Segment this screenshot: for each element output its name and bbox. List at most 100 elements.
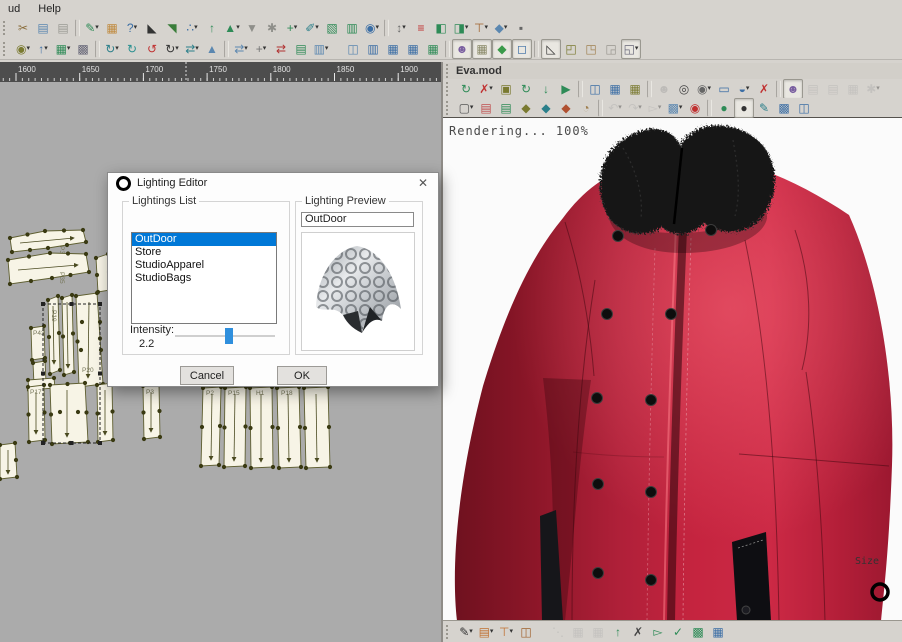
page-red-icon[interactable]: ▤▾ [476,98,496,118]
pin-icon[interactable]: ◉▾ [13,39,33,59]
selection-handle[interactable] [70,441,74,445]
selection-handle[interactable] [41,441,45,445]
gears-icon[interactable]: ✱▾ [262,18,282,38]
brush-icon[interactable]: ✎▾ [754,98,774,118]
pattern-piece[interactable]: P43 [29,324,47,362]
flip-page-icon[interactable]: ⇄▾ [231,39,251,59]
ruler-tool-icon[interactable]: ◺▾ [541,39,561,59]
selection-handle[interactable] [98,372,102,376]
nodes-icon[interactable]: ⋱▾ [548,622,568,642]
page-pencil-icon[interactable]: ▤▾ [476,622,496,642]
pages-disabled-icon[interactable]: ▤▾ [803,79,823,99]
sheet-green-icon[interactable]: ▤▾ [291,39,311,59]
sphere-green-icon[interactable]: ●▾ [714,98,734,118]
length-icon[interactable]: ≡▾ [411,18,431,38]
clock-icon[interactable]: ◔▾ [576,98,596,118]
listbox-item[interactable]: StudioBags [132,272,276,285]
select-zone-icon[interactable]: ▢▾ [456,98,476,118]
menu-item[interactable]: ud [6,2,22,16]
pieces-1-icon[interactable]: ◰▾ [561,39,581,59]
image-icon[interactable]: ▩▾ [774,98,794,118]
listbox-item[interactable]: StudioApparel [132,259,276,272]
flag-icon[interactable]: ◥▾ [162,18,182,38]
dialog-titlebar[interactable]: Lighting Editor ✕ [108,173,438,193]
window-olive-icon[interactable]: ▣▾ [496,79,516,99]
mannequin-gray-icon[interactable]: ☻▾ [654,79,674,99]
intensity-slider[interactable] [175,326,275,346]
pattern-piece[interactable]: P3 [141,383,162,441]
sphere-dark-icon[interactable]: ●▾ [734,98,754,118]
pattern-piece[interactable]: P17 [26,383,47,444]
table-add-icon[interactable]: ▦▾ [53,39,73,59]
scissors-x-icon[interactable]: ✗▾ [754,79,774,99]
toolbar-grip[interactable] [3,42,9,56]
points-icon[interactable]: ∴▾ [182,18,202,38]
seam-x-icon[interactable]: ◨▾ [451,18,471,38]
recycle-icon[interactable]: ↻▾ [456,79,476,99]
pattern-piece[interactable]: P15 [222,385,248,469]
selection-handle[interactable] [41,302,45,306]
move-up-icon[interactable]: ↑▾ [33,39,53,59]
grid-a-icon[interactable]: ▦▾ [568,622,588,642]
toolbar-grip[interactable] [446,101,452,115]
dart-icon[interactable]: ▲▾ [222,18,242,38]
measure-person-icon[interactable]: ↕▾ [391,18,411,38]
pen-axis-icon[interactable]: ✐▾ [302,18,322,38]
image-2-icon[interactable]: ◫▾ [794,98,814,118]
window-table-icon[interactable]: ◫▾ [343,39,363,59]
window-brown-icon[interactable]: ◫▾ [516,622,536,642]
copy-document-icon[interactable]: ▤▾ [53,18,73,38]
table-select-icon[interactable]: ▩▾ [73,39,93,59]
table-dots-icon[interactable]: ▦▾ [472,39,492,59]
pattern-piece[interactable]: H1 [248,385,275,470]
notes-icon[interactable]: ▦▾ [102,18,122,38]
rotate-icon[interactable]: ↻▾ [122,39,142,59]
menu-item[interactable]: Help [36,2,63,16]
new-piece-icon[interactable]: ◱▾ [621,39,641,59]
screen-icon[interactable]: ◻▾ [512,39,532,59]
pieces-2-icon[interactable]: ◳▾ [581,39,601,59]
redo-icon[interactable]: ↷▾ [625,98,645,118]
toolbar-grip[interactable] [3,21,9,35]
image-green-icon[interactable]: ▩▾ [688,622,708,642]
pattern-piece[interactable]: P18 [275,385,303,470]
globe-icon[interactable]: ◉▾ [362,18,382,38]
symmetry-icon[interactable]: +▾ [251,39,271,59]
delete-x-icon[interactable]: ✗▾ [628,622,648,642]
seam-icon[interactable]: ◧▾ [431,18,451,38]
pattern-piece[interactable] [302,385,332,470]
undo-icon[interactable]: ↶▾ [605,98,625,118]
3d-viewport[interactable]: Rendering... 100% Size [443,118,902,620]
pin-red-icon[interactable]: ◉▾ [685,98,705,118]
pattern-piece[interactable]: P19 [46,294,62,376]
close-x-icon[interactable]: ✗▾ [476,79,496,99]
flip-triangle-icon[interactable]: ▲▾ [202,39,222,59]
close-icon[interactable]: ✕ [408,173,438,193]
grid-disabled-icon[interactable]: ▦▾ [843,79,863,99]
help-icon[interactable]: ?▾ [122,18,142,38]
cube-olive-icon[interactable]: ◆▾ [516,98,536,118]
page-green-icon[interactable]: ▤▾ [496,98,516,118]
mini-dot-icon[interactable]: ▪▾ [511,18,531,38]
import-icon[interactable]: ↓▾ [536,79,556,99]
listbox-item[interactable]: Store [132,246,276,259]
piece-icon[interactable]: ◆▾ [491,18,511,38]
new-document-icon[interactable]: ▤▾ [33,18,53,38]
selection-handle[interactable] [98,302,102,306]
rotate-page-icon[interactable]: ↻▾ [102,39,122,59]
selection-handle[interactable] [70,302,74,306]
tsquare-orange-icon[interactable]: ⊤▾ [496,622,516,642]
window-grid-icon[interactable]: ▦▾ [605,79,625,99]
cube-teal-icon[interactable]: ◆▾ [536,98,556,118]
sheet-icon[interactable]: ▥▾ [342,18,362,38]
zoom-icon[interactable]: ◎▾ [674,79,694,99]
rotate-c-icon[interactable]: ↻▾ [162,39,182,59]
pointer-disabled-icon[interactable]: ▻▾ [645,98,665,118]
refresh-icon[interactable]: ↻▾ [516,79,536,99]
save-icon[interactable]: ◒▾ [734,79,754,99]
slider-thumb[interactable] [225,328,233,344]
pattern-piece[interactable] [95,381,115,444]
sheet-plus-icon[interactable]: ▥▾ [311,39,331,59]
tsquare-icon[interactable]: ⊤▾ [471,18,491,38]
screen-blue-icon[interactable]: ▭▾ [714,79,734,99]
